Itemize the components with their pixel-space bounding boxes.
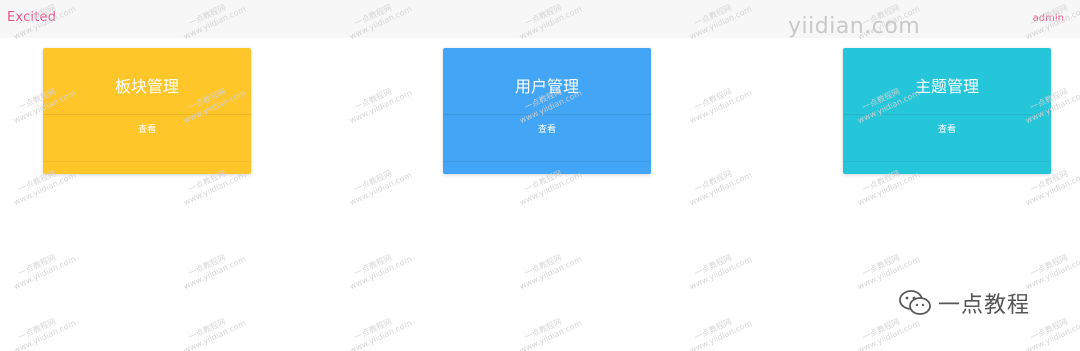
watermark-text: 一点教程网 www.yiidian.com: [344, 309, 414, 351]
view-button[interactable]: 查看: [443, 122, 651, 135]
watermark-text: 一点教程网 www.yiidian.com: [344, 161, 414, 208]
watermark-text: 一点教程网 www.yiidian.com: [684, 245, 754, 292]
page: Excited yiidian.com admin 板块管理 查看 用户管理 查…: [0, 0, 1080, 351]
card-divider: [443, 161, 651, 162]
wechat-icon: [899, 290, 931, 315]
view-button[interactable]: 查看: [43, 122, 251, 135]
watermark-text: 一点教程网 www.yiidian.com: [514, 245, 584, 292]
watermark-text: 一点教程网 www.yiidian.com: [852, 245, 922, 292]
watermark-text: 一点教程网 www.yiidian.com: [1020, 245, 1080, 292]
watermark-text: 一点教程网 www.yiidian.com: [684, 161, 754, 208]
wechat-watermark: 一点教程: [898, 287, 1030, 319]
card-divider: [43, 161, 251, 162]
watermark-text: 一点教程网 www.yiidian.com: [344, 245, 414, 292]
watermark-text: 一点教程网 www.yiidian.com: [8, 245, 78, 292]
card-board-management: 板块管理 查看: [43, 48, 251, 174]
watermark-text: 一点教程网 www.yiidian.com: [684, 309, 754, 351]
wechat-label: 一点教程: [938, 293, 1031, 318]
watermark-text: 一点教程网 www.yiidian.com: [684, 79, 754, 126]
view-button[interactable]: 查看: [843, 122, 1051, 135]
watermark-text: 一点教程网 www.yiidian.com: [178, 309, 248, 351]
watermark-text: 一点教程网 www.yiidian.com: [514, 309, 584, 351]
watermark-text: 一点教程网 www.yiidian.com: [178, 245, 248, 292]
watermark-text: 一点教程网 www.yiidian.com: [344, 79, 414, 126]
card-divider: [843, 161, 1051, 162]
card-divider: [43, 114, 251, 115]
watermark-text: 一点教程网 www.yiidian.com: [8, 309, 78, 351]
